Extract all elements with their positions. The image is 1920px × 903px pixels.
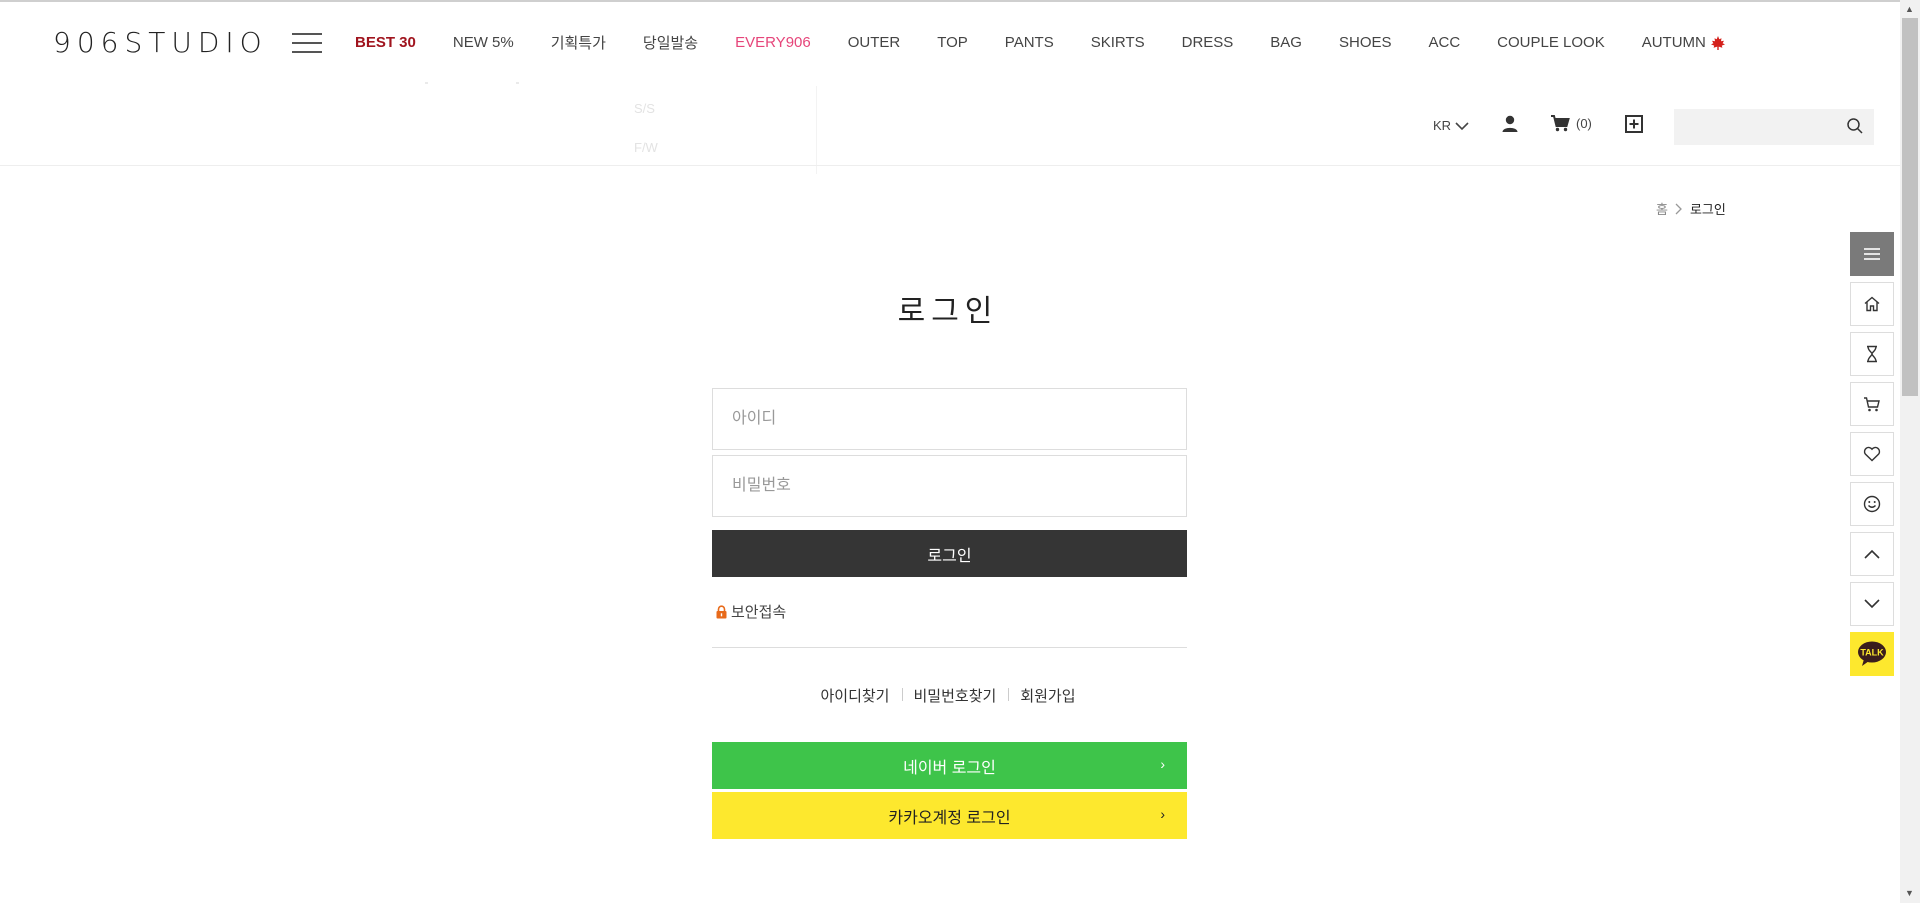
nav-item-outer[interactable]: OUTER <box>848 32 901 53</box>
kakaotalk-button[interactable]: TALK <box>1850 632 1894 676</box>
search-icon[interactable] <box>1846 117 1864 135</box>
nav-item-special[interactable]: 기획특가 <box>551 32 606 53</box>
nav-item-top[interactable]: TOP <box>937 32 968 53</box>
search-input[interactable] <box>1684 112 1834 142</box>
menu-icon[interactable] <box>292 31 322 55</box>
quick-recent-button[interactable] <box>1850 332 1894 376</box>
find-password-link[interactable]: 비밀번호찾기 <box>901 685 1009 706</box>
password-field[interactable] <box>712 455 1187 517</box>
page-title: 로그인 <box>897 294 999 329</box>
top-border <box>0 0 1900 2</box>
logo[interactable]: 906STUDIO <box>53 26 268 59</box>
home-icon <box>1864 296 1880 312</box>
user-icon[interactable] <box>1500 114 1520 134</box>
chevron-down-icon <box>1864 599 1880 609</box>
cart-count: (0) <box>1576 115 1592 131</box>
scroll-bottom-button[interactable] <box>1850 582 1894 626</box>
naver-login-label: 네이버 로그인 <box>903 759 996 777</box>
breadcrumb-home[interactable]: 홈 <box>1656 199 1668 218</box>
nav-dropdown: S/S F/W <box>617 86 817 174</box>
chevron-right-icon: › <box>1160 756 1165 772</box>
chevron-right-icon <box>1675 203 1682 214</box>
main-nav: BEST 30 NEW 5% 기획특가 당일발송 EVERY906 OUTER … <box>355 32 1726 53</box>
nav-item-same-day[interactable]: 당일발송 <box>643 32 698 53</box>
quick-home-button[interactable] <box>1850 282 1894 326</box>
kakaotalk-icon: TALK <box>1858 641 1886 666</box>
heart-icon <box>1863 446 1881 462</box>
kakao-login-label: 카카오계정 로그인 <box>888 809 1011 827</box>
find-id-link[interactable]: 아이디찾기 <box>808 685 901 706</box>
nav-item-autumn[interactable]: AUTUMN <box>1642 32 1726 53</box>
quick-wishlist-button[interactable] <box>1850 432 1894 476</box>
maple-leaf-icon <box>1710 35 1725 50</box>
breadcrumb-current: 로그인 <box>1689 202 1726 217</box>
nav-item-autumn-label: AUTUMN <box>1641 34 1706 51</box>
id-field[interactable] <box>712 388 1187 450</box>
scroll-up-arrow-icon[interactable]: ▲ <box>1905 4 1914 14</box>
cart-button[interactable]: (0) <box>1550 114 1592 132</box>
scrollbar-thumb[interactable] <box>1902 18 1918 396</box>
account-links: 아이디찾기 비밀번호찾기 회원가입 <box>0 685 1896 706</box>
chevron-down-icon <box>1455 121 1469 130</box>
lock-icon <box>716 604 727 618</box>
breadcrumb: 홈 로그인 <box>1656 199 1726 218</box>
naver-login-button[interactable]: 네이버 로그인 › <box>712 742 1187 789</box>
cart-icon <box>1864 397 1880 412</box>
smile-icon <box>1863 495 1881 513</box>
login-button[interactable]: 로그인 <box>712 530 1187 577</box>
scroll-down-arrow-icon[interactable]: ▼ <box>1905 888 1914 898</box>
secure-login[interactable]: 보안접속 <box>715 601 786 622</box>
cart-icon <box>1551 115 1570 132</box>
language-label: KR <box>1433 118 1452 133</box>
nav-item-skirts[interactable]: SKIRTS <box>1091 32 1145 53</box>
quick-review-button[interactable] <box>1850 482 1894 526</box>
chevron-up-icon <box>1864 549 1880 559</box>
nav-item-acc[interactable]: ACC <box>1429 32 1461 53</box>
nav-item-bag[interactable]: BAG <box>1270 32 1302 53</box>
menu-icon <box>1864 248 1880 260</box>
quick-menu-button[interactable] <box>1850 232 1894 276</box>
hourglass-icon <box>1867 345 1877 363</box>
nav-item-new[interactable]: NEW 5% <box>453 32 514 53</box>
sign-up-link[interactable]: 회원가입 <box>1008 685 1087 706</box>
chevron-right-icon: › <box>1160 806 1165 822</box>
divider <box>712 647 1187 648</box>
quick-cart-button[interactable] <box>1850 382 1894 426</box>
dropdown-edge <box>516 82 519 84</box>
kakao-login-button[interactable]: 카카오계정 로그인 › <box>712 792 1187 839</box>
nav-item-couple-look[interactable]: COUPLE LOOK <box>1497 32 1605 53</box>
submenu-item-ss[interactable]: S/S <box>634 101 655 116</box>
talk-label: TALK <box>1860 648 1884 658</box>
language-selector[interactable]: KR <box>1433 118 1469 133</box>
nav-item-best30[interactable]: BEST 30 <box>355 32 416 53</box>
submenu-item-fw[interactable]: F/W <box>634 140 658 155</box>
secure-login-label: 보안접속 <box>731 604 787 621</box>
header-divider <box>0 165 1900 166</box>
dropdown-edge <box>425 82 428 84</box>
scroll-top-button[interactable] <box>1850 532 1894 576</box>
nav-item-every906[interactable]: EVERY906 <box>735 32 811 53</box>
plus-square-icon[interactable] <box>1624 114 1644 134</box>
nav-item-shoes[interactable]: SHOES <box>1339 32 1392 53</box>
nav-item-dress[interactable]: DRESS <box>1182 32 1234 53</box>
quick-bar: TALK <box>1850 232 1894 682</box>
nav-item-pants[interactable]: PANTS <box>1005 32 1054 53</box>
